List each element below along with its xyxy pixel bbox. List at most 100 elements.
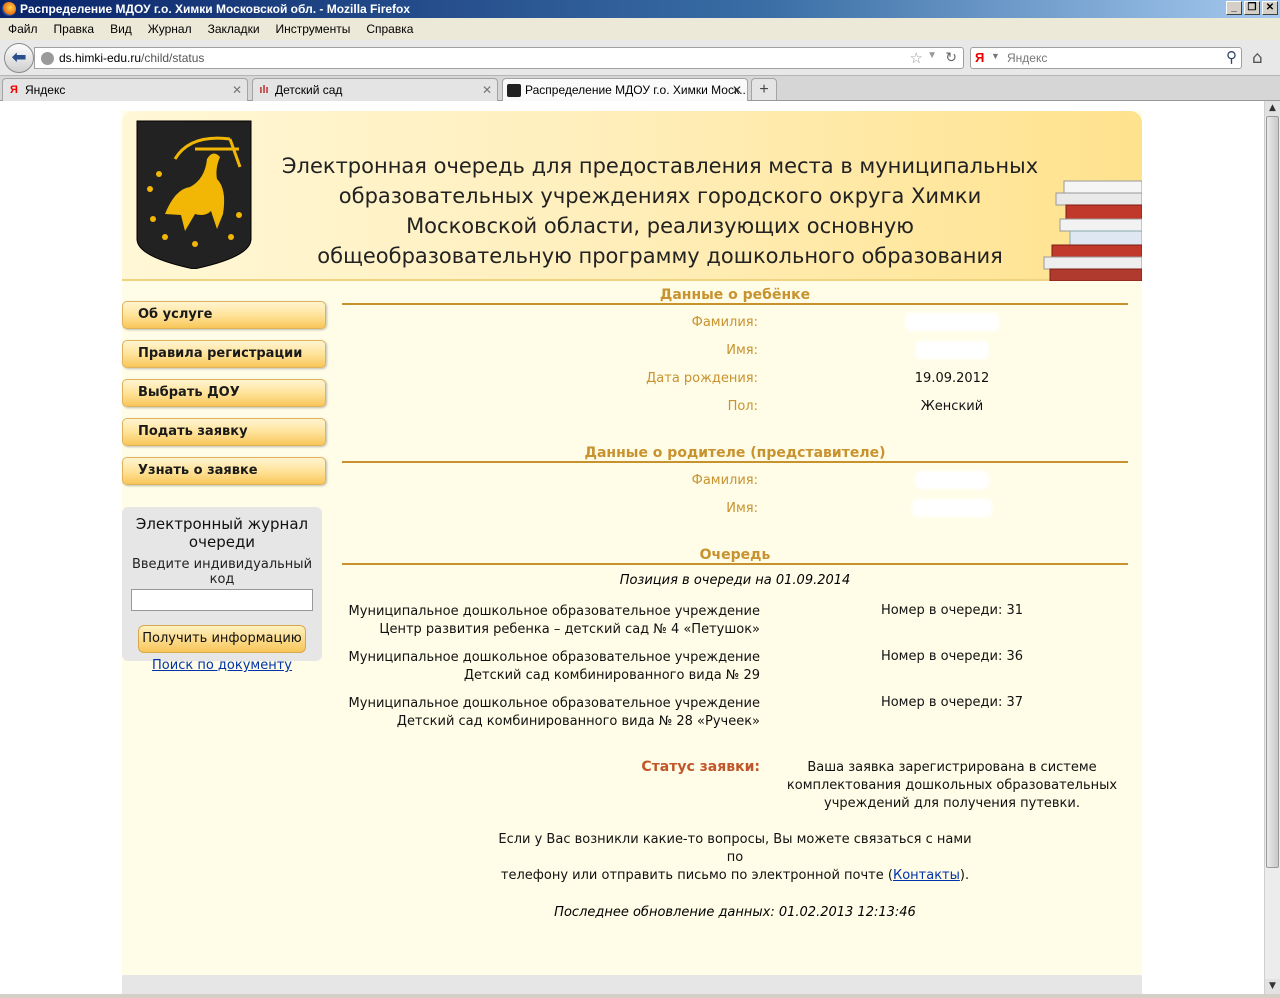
minimize-button[interactable]: _: [1226, 1, 1242, 15]
menu-bar: Файл Правка Вид Журнал Закладки Инструме…: [0, 18, 1280, 40]
header-title: Электронная очередь для предоставления м…: [260, 151, 1060, 271]
child-section-title: Данные о ребёнке: [342, 285, 1128, 305]
home-icon[interactable]: ⌂: [1252, 48, 1263, 68]
navigation-bar: ⬅ ds.himki-edu.ru/child/status ☆ ▼ ↻ Я ▼…: [0, 40, 1280, 76]
menu-registration-rules[interactable]: Правила регистрации: [122, 340, 326, 368]
header-title-line: общеобразовательную программу дошкольног…: [317, 244, 1003, 268]
window-titlebar: Распределение МДОУ г.о. Химки Московской…: [0, 0, 1280, 18]
menu-check-application[interactable]: Узнать о заявке: [122, 457, 326, 485]
yandex-tab-icon: Я: [10, 84, 18, 96]
scrollbar-thumb[interactable]: [1266, 116, 1279, 868]
child-row: Фамилия:: [342, 311, 1128, 339]
parent-row: Фамилия:: [342, 469, 1128, 497]
child-row: Имя:: [342, 339, 1128, 367]
menu-submit-application[interactable]: Подать заявку: [122, 418, 326, 446]
close-tab-icon[interactable]: ✕: [232, 79, 242, 101]
header-title-line: Московской области, реализующих основную: [406, 214, 914, 238]
menu-history[interactable]: Журнал: [148, 22, 192, 36]
menu-view[interactable]: Вид: [110, 22, 132, 36]
menu-help[interactable]: Справка: [366, 22, 413, 36]
search-bar[interactable]: Я ▼ Яндекс ⚲: [970, 47, 1242, 69]
field-label: Имя:: [726, 343, 758, 358]
scroll-up-icon[interactable]: ▲: [1265, 101, 1280, 116]
yandex-icon[interactable]: Я: [975, 50, 984, 65]
page-viewport: Электронная очередь для предоставления м…: [0, 101, 1264, 994]
main-content: Данные о ребёнке Фамилия: Имя: Дата рожд…: [342, 285, 1128, 920]
field-value: 19.09.2012: [914, 371, 990, 386]
field-value-redacted: [842, 501, 1062, 519]
help-text-before: телефону или отправить письмо по электро…: [500, 868, 893, 883]
chart-tab-icon: ılı: [259, 84, 269, 96]
vertical-scrollbar[interactable]: ▲ ▼: [1264, 101, 1280, 994]
parent-row: Имя:: [342, 497, 1128, 525]
firefox-icon: [2, 2, 16, 16]
help-line: телефону или отправить письмо по электро…: [495, 867, 975, 885]
field-label: Пол:: [727, 399, 758, 414]
menu-edit[interactable]: Правка: [54, 22, 95, 36]
tab-bar: Я Яндекс ✕ ılı Детский сад ✕ Распределен…: [0, 76, 1280, 102]
get-info-button[interactable]: Получить информацию: [138, 625, 306, 653]
reload-icon[interactable]: ↻: [945, 49, 957, 66]
search-input[interactable]: Яндекс: [1007, 51, 1047, 65]
window-title: Распределение МДОУ г.о. Химки Московской…: [20, 2, 411, 16]
status-line: комплектования дошкольных образовательны…: [786, 778, 1118, 793]
help-line: Если у Вас возникли какие-то вопросы, Вы…: [498, 832, 972, 865]
field-value-redacted: [842, 343, 1062, 361]
tab-yandex[interactable]: Я Яндекс ✕: [2, 78, 248, 101]
khimki-crest-icon: [136, 120, 252, 269]
journal-title: Электронный журнал очереди: [135, 515, 309, 551]
code-input[interactable]: [131, 589, 313, 611]
site-header: Электронная очередь для предоставления м…: [122, 111, 1142, 281]
tab-label: Яндекс: [25, 83, 66, 97]
menu-file[interactable]: Файл: [8, 22, 38, 36]
queue-row: Муниципальное дошкольное образовательное…: [342, 597, 1128, 643]
redacted-mask: [917, 473, 987, 487]
institution-name: Муниципальное дошкольное образовательное…: [349, 603, 760, 639]
queue-position-caption: Позиция в очереди на 01.09.2014: [619, 573, 851, 588]
menu-about-service[interactable]: Об услуге: [122, 301, 326, 329]
restore-button[interactable]: ❐: [1244, 1, 1260, 15]
field-label: Фамилия:: [691, 315, 758, 330]
field-value: Женский: [920, 399, 984, 414]
new-tab-button[interactable]: +: [751, 78, 777, 100]
site-container: Электронная очередь для предоставления м…: [122, 111, 1142, 994]
field-value-redacted: [842, 315, 1062, 333]
field-value-redacted: [842, 473, 1062, 491]
scroll-down-icon[interactable]: ▼: [1265, 979, 1280, 994]
tab-kindergarten[interactable]: ılı Детский сад ✕: [252, 78, 498, 101]
books-icon: [1043, 180, 1142, 281]
parent-section-title: Данные о родителе (представителе): [342, 443, 1128, 463]
url-domain: ds.himki-edu.ru: [59, 51, 142, 65]
history-dropdown-icon[interactable]: ▼: [927, 50, 937, 61]
code-label: Введите индивидуальный код: [131, 557, 313, 587]
close-tab-icon[interactable]: ✕: [482, 79, 492, 101]
address-bar[interactable]: ds.himki-edu.ru/child/status ☆ ▼ ↻: [34, 47, 964, 69]
back-button[interactable]: ⬅: [4, 43, 34, 73]
close-button[interactable]: ✕: [1262, 1, 1278, 15]
bookmark-star-icon[interactable]: ☆: [910, 49, 923, 67]
child-row: Дата рождения: 19.09.2012: [342, 367, 1128, 395]
menu-bookmarks[interactable]: Закладки: [208, 22, 260, 36]
field-label: Фамилия:: [691, 473, 758, 488]
tab-label: Распределение МДОУ г.о. Химки Моск...: [525, 83, 748, 97]
institution-title: Детский сад комбинированного вида № 29: [463, 668, 760, 683]
status-line: Ваша заявка зарегистрирована в системе: [807, 760, 1097, 775]
status-bar: [0, 994, 1280, 998]
queue-row: Муниципальное дошкольное образовательное…: [342, 643, 1128, 689]
crest-tab-icon: [507, 84, 521, 97]
institution-type: Муниципальное дошкольное образовательное…: [348, 604, 760, 619]
back-arrow-icon: ⬅: [11, 47, 27, 68]
institution-name: Муниципальное дошкольное образовательное…: [349, 695, 760, 731]
menu-tools[interactable]: Инструменты: [276, 22, 351, 36]
search-icon[interactable]: ⚲: [1226, 48, 1237, 66]
close-tab-icon[interactable]: ✕: [732, 79, 742, 101]
url-text[interactable]: ds.himki-edu.ru/child/status: [59, 51, 204, 65]
document-search-link[interactable]: Поиск по документу: [122, 658, 322, 673]
side-menu: Об услуге Правила регистрации Выбрать ДО…: [122, 301, 326, 496]
menu-choose-dou[interactable]: Выбрать ДОУ: [122, 379, 326, 407]
search-engine-dropdown-icon[interactable]: ▼: [991, 51, 1000, 61]
url-path: /child/status: [141, 51, 205, 65]
redacted-mask: [907, 315, 997, 329]
tab-distribution[interactable]: Распределение МДОУ г.о. Химки Моск... ✕: [502, 78, 748, 102]
contacts-link[interactable]: Контакты: [893, 868, 960, 883]
